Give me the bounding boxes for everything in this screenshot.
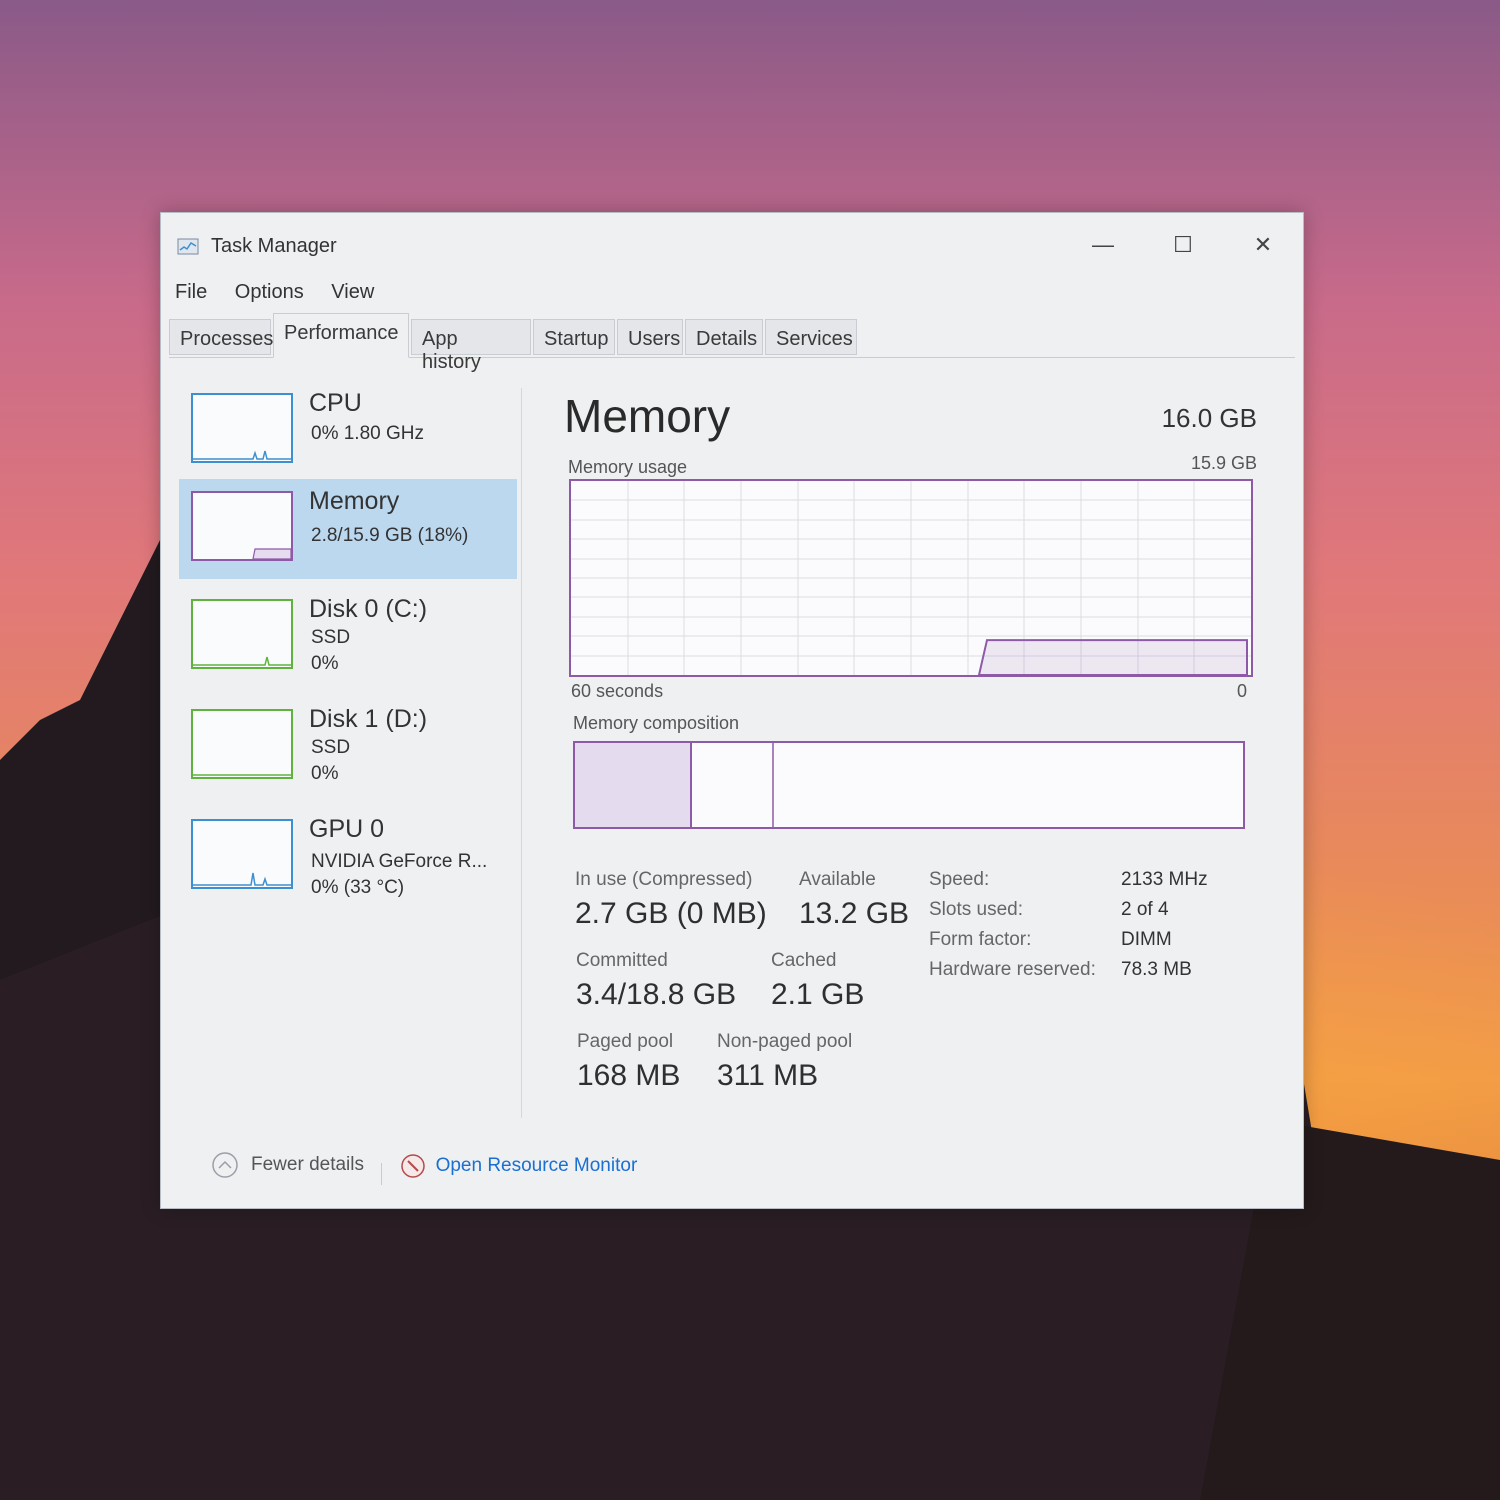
sidebar-item-disk1[interactable]: Disk 1 (D:) SSD 0%: [179, 697, 517, 797]
tab-app-history[interactable]: App history: [411, 319, 531, 373]
minimize-button[interactable]: —: [1073, 225, 1133, 265]
fewer-details-button[interactable]: Fewer details: [211, 1151, 364, 1179]
available-value: 13.2 GB: [799, 897, 910, 930]
sidebar-item-memory[interactable]: Memory 2.8/15.9 GB (18%): [179, 479, 517, 579]
sidebar-item-cpu[interactable]: CPU 0% 1.80 GHz: [179, 381, 517, 481]
cached-value: 2.1 GB: [771, 978, 865, 1011]
menu-file[interactable]: File: [175, 281, 207, 303]
in-use-label: In use (Compressed): [575, 869, 753, 890]
close-button[interactable]: ✕: [1233, 225, 1293, 265]
sidebar-disk0-type: SSD: [311, 627, 351, 648]
tab-services[interactable]: Services: [765, 319, 857, 355]
footer-bar: Fewer details Open Resource Monitor: [211, 1151, 637, 1185]
committed-value: 3.4/18.8 GB: [576, 978, 737, 1011]
sidebar-memory-title: Memory: [309, 487, 400, 515]
task-manager-window: Task Manager — ☐ ✕ File Options View Pro…: [160, 212, 1304, 1209]
cpu-thumbnail-graph: [191, 393, 293, 463]
sidebar-gpu0-title: GPU 0: [309, 815, 385, 843]
non-paged-pool-value: 311 MB: [717, 1059, 819, 1092]
menu-options[interactable]: Options: [235, 281, 304, 303]
in-use-value: 2.7 GB (0 MB): [575, 897, 767, 930]
sidebar-cpu-title: CPU: [309, 389, 362, 417]
open-resource-monitor-label: Open Resource Monitor: [435, 1155, 638, 1176]
sidebar-item-disk0[interactable]: Disk 0 (C:) SSD 0%: [179, 587, 517, 687]
form-factor-value: DIMM: [1121, 929, 1172, 950]
sidebar-item-gpu0[interactable]: GPU 0 NVIDIA GeForce R... 0% (33 °C): [179, 807, 517, 907]
committed-label: Committed: [576, 950, 668, 971]
sidebar-disk1-type: SSD: [311, 737, 351, 758]
tab-users[interactable]: Users: [617, 319, 683, 355]
composition-in-use-segment: [575, 743, 691, 827]
menu-bar: File Options View: [175, 281, 396, 304]
tab-processes[interactable]: Processes: [169, 319, 273, 355]
cached-label: Cached: [771, 950, 837, 971]
title-bar[interactable]: Task Manager — ☐ ✕: [161, 213, 1303, 273]
paged-pool-value: 168 MB: [577, 1059, 681, 1092]
memory-usage-area: [977, 639, 1248, 675]
tab-startup[interactable]: Startup: [533, 319, 615, 355]
non-paged-pool-label: Non-paged pool: [717, 1031, 853, 1052]
chevron-up-icon: [212, 1152, 238, 1178]
sidebar-cpu-stats: 0% 1.80 GHz: [311, 423, 424, 444]
sidebar-gpu0-usage: 0% (33 °C): [311, 877, 405, 898]
sidebar-disk0-usage: 0%: [311, 653, 339, 674]
fewer-details-label: Fewer details: [251, 1154, 364, 1175]
resource-monitor-icon: [400, 1154, 425, 1178]
slots-used-value: 2 of 4: [1121, 899, 1169, 920]
tab-details[interactable]: Details: [685, 319, 763, 355]
footer-separator: [381, 1162, 383, 1185]
sidebar-disk1-title: Disk 1 (D:): [309, 705, 428, 733]
menu-view[interactable]: View: [331, 281, 374, 303]
disk1-thumbnail-graph: [191, 709, 293, 779]
open-resource-monitor-link[interactable]: Open Resource Monitor: [400, 1153, 638, 1179]
tab-strip: Processes Performance App history Startu…: [169, 313, 1295, 373]
memory-composition-bar: [573, 741, 1245, 829]
graph-time-right: 0: [1237, 681, 1248, 701]
maximize-button[interactable]: ☐: [1153, 225, 1213, 265]
memory-total: 16.0 GB: [1161, 403, 1257, 433]
speed-key: Speed:: [929, 869, 990, 890]
slots-used-key: Slots used:: [929, 899, 1023, 920]
graph-time-left: 60 seconds: [571, 681, 664, 701]
panel-title: Memory: [564, 390, 731, 442]
memory-composition-label: Memory composition: [573, 713, 740, 733]
paged-pool-label: Paged pool: [577, 1031, 674, 1052]
window-title: Task Manager: [211, 235, 337, 257]
sidebar-memory-stats: 2.8/15.9 GB (18%): [311, 525, 469, 546]
disk0-thumbnail-graph: [191, 599, 293, 669]
gpu0-thumbnail-graph: [191, 819, 293, 889]
sidebar-gpu0-model: NVIDIA GeForce R...: [311, 851, 488, 872]
tab-performance[interactable]: Performance: [273, 313, 409, 358]
task-manager-icon: [177, 238, 199, 255]
sidebar-disk0-title: Disk 0 (C:): [309, 595, 428, 623]
hardware-reserved-key: Hardware reserved:: [929, 959, 1096, 980]
memory-usage-label: Memory usage: [568, 457, 688, 477]
sidebar-disk1-usage: 0%: [311, 763, 339, 784]
memory-usage-graph: [569, 479, 1253, 677]
sidebar-divider: [521, 388, 522, 1118]
speed-value: 2133 MHz: [1121, 869, 1208, 890]
memory-usage-max: 15.9 GB: [1190, 453, 1257, 473]
form-factor-key: Form factor:: [929, 929, 1032, 950]
memory-thumbnail-graph: [191, 491, 293, 561]
hardware-reserved-value: 78.3 MB: [1121, 959, 1192, 980]
available-label: Available: [799, 869, 876, 890]
